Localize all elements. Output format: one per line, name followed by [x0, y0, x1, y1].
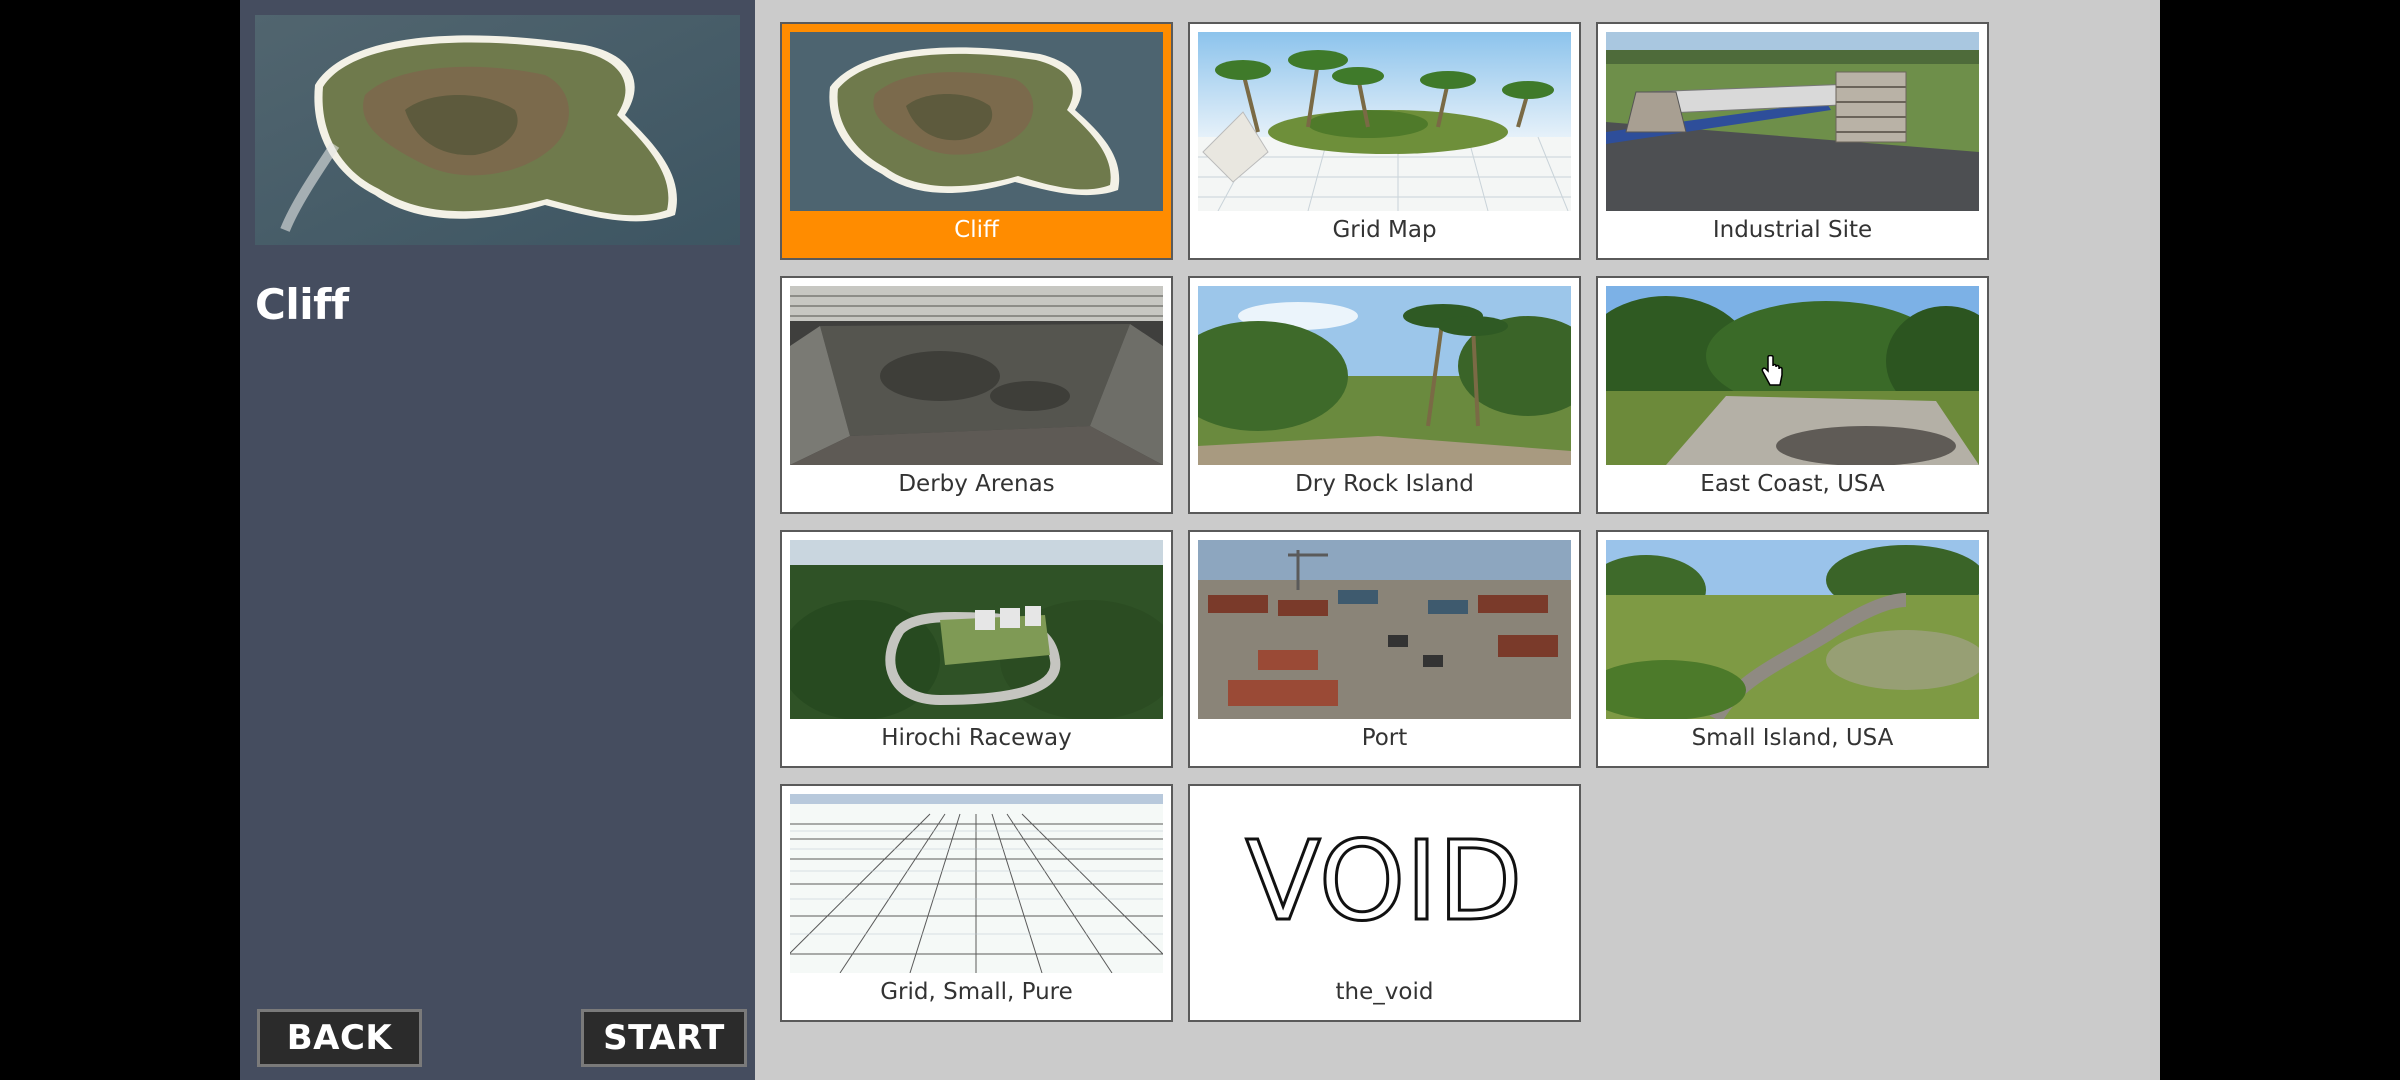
void-thumbnail-text: VOID — [1245, 817, 1522, 945]
map-label: Industrial Site — [1712, 217, 1873, 243]
map-thumbnail — [790, 32, 1163, 211]
back-button[interactable]: BACK — [257, 1009, 422, 1067]
map-thumbnail — [1198, 32, 1571, 211]
map-label: Small Island, USA — [1691, 725, 1894, 751]
map-thumbnail — [1606, 32, 1979, 211]
map-grid: Cliff Grid Map Industrial Site Derby Are… — [780, 22, 1989, 1022]
map-tile-small-island-usa[interactable]: Small Island, USA — [1596, 530, 1989, 768]
sidebar: Cliff BACK START — [240, 0, 755, 1080]
map-tile-the-void[interactable]: VOID the_void — [1188, 784, 1581, 1022]
map-label: East Coast, USA — [1700, 471, 1885, 497]
map-label: the_void — [1335, 979, 1434, 1005]
map-label: Port — [1361, 725, 1408, 751]
map-tile-derby-arenas[interactable]: Derby Arenas — [780, 276, 1173, 514]
map-tile-grid-map[interactable]: Grid Map — [1188, 22, 1581, 260]
map-thumbnail — [790, 540, 1163, 719]
level-select-screen: Cliff BACK START Cliff Grid Map Industri… — [240, 0, 2160, 1080]
map-thumbnail: VOID — [1198, 794, 1571, 973]
selected-map-preview — [255, 15, 740, 245]
map-tile-industrial-site[interactable]: Industrial Site — [1596, 22, 1989, 260]
map-tile-cliff[interactable]: Cliff — [780, 22, 1173, 260]
map-label: Hirochi Raceway — [881, 725, 1072, 751]
map-thumbnail — [1606, 540, 1979, 719]
map-thumbnail — [1198, 286, 1571, 465]
map-tile-grid-small-pure[interactable]: Grid, Small, Pure — [780, 784, 1173, 1022]
map-thumbnail — [1606, 286, 1979, 465]
map-tile-port[interactable]: Port — [1188, 530, 1581, 768]
map-thumbnail — [790, 794, 1163, 973]
map-label: Derby Arenas — [898, 471, 1055, 497]
map-label: Grid, Small, Pure — [880, 979, 1073, 1005]
map-thumbnail — [790, 286, 1163, 465]
map-thumbnail — [1198, 540, 1571, 719]
hand-cursor-icon — [1761, 355, 1783, 386]
map-label: Cliff — [954, 217, 999, 243]
start-button[interactable]: START — [581, 1009, 747, 1067]
map-label: Dry Rock Island — [1295, 471, 1474, 497]
selected-map-title: Cliff — [255, 280, 349, 329]
map-label: Grid Map — [1332, 217, 1437, 243]
map-tile-hirochi-raceway[interactable]: Hirochi Raceway — [780, 530, 1173, 768]
map-tile-east-coast-usa[interactable]: East Coast, USA — [1596, 276, 1989, 514]
map-tile-dry-rock-island[interactable]: Dry Rock Island — [1188, 276, 1581, 514]
